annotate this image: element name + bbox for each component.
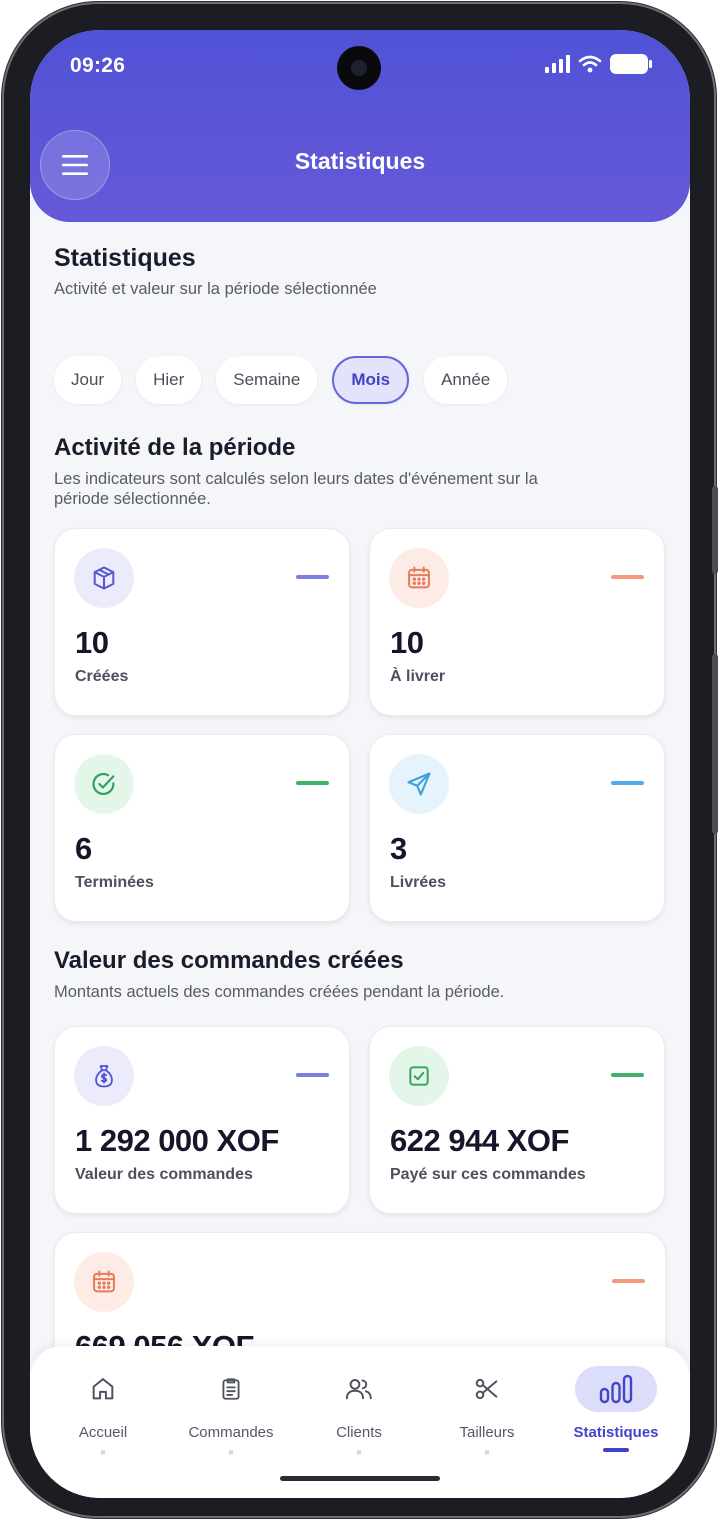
page-title: Statistiques xyxy=(54,244,196,272)
activity-description-line2: période sélectionnée. xyxy=(54,490,211,508)
nav-label: Commandes xyxy=(188,1424,274,1441)
scissors-icon xyxy=(446,1366,528,1412)
signal-icon xyxy=(545,55,570,73)
stat-card-completed[interactable]: 6 Terminées xyxy=(54,734,350,922)
trend-indicator xyxy=(296,1073,329,1077)
phone-frame: 09:26 Statistiques Statistiques Activité… xyxy=(2,2,718,1518)
side-button xyxy=(712,486,718,574)
calendar-icon xyxy=(74,1252,134,1312)
nav-item-statistiques[interactable]: Statistiques xyxy=(556,1366,676,1466)
screen: 09:26 Statistiques Statistiques Activité… xyxy=(30,30,690,1498)
stat-label: Livrées xyxy=(390,874,447,891)
users-icon xyxy=(318,1366,400,1412)
status-icons xyxy=(544,54,652,74)
side-button xyxy=(712,654,718,834)
wifi-icon xyxy=(578,55,602,73)
status-time: 09:26 xyxy=(70,54,126,77)
money-bag-icon xyxy=(74,1046,134,1106)
period-filter: Jour Hier Semaine Mois Année xyxy=(54,356,508,404)
page-subtitle: Activité et valeur sur la période sélect… xyxy=(54,280,377,298)
nav-dot xyxy=(356,1450,362,1455)
active-indicator xyxy=(603,1448,629,1452)
trend-indicator xyxy=(612,1279,645,1283)
stat-label: Créées xyxy=(75,668,129,685)
stat-card-created[interactable]: 10 Créées xyxy=(54,528,350,716)
nav-item-accueil[interactable]: Accueil xyxy=(43,1366,163,1466)
box-icon xyxy=(74,548,134,608)
stat-card-delivered[interactable]: 3 Livrées xyxy=(369,734,665,922)
stat-value: 6 xyxy=(75,831,92,866)
trend-indicator xyxy=(611,575,644,579)
activity-section-title: Activité de la période xyxy=(54,434,296,461)
value-card-paid[interactable]: 622 944 XOF Payé sur ces commandes xyxy=(369,1026,665,1214)
header-title: Statistiques xyxy=(294,148,426,174)
period-chip-jour[interactable]: Jour xyxy=(54,356,122,404)
value-label: Valeur des commandes xyxy=(75,1166,253,1183)
period-chip-mois[interactable]: Mois xyxy=(332,356,410,404)
value-card-order-total[interactable]: 1 292 000 XOF Valeur des commandes xyxy=(54,1026,350,1214)
bar-chart-icon xyxy=(575,1366,657,1412)
app-header: 09:26 Statistiques xyxy=(30,30,690,222)
trend-indicator xyxy=(296,575,329,579)
value-label: Payé sur ces commandes xyxy=(390,1166,586,1183)
trend-indicator xyxy=(611,1073,644,1077)
stat-value: 10 xyxy=(75,625,109,660)
nav-label: Clients xyxy=(336,1424,382,1441)
value-amount: 1 292 000 XOF xyxy=(75,1123,279,1158)
nav-item-tailleurs[interactable]: Tailleurs xyxy=(427,1366,547,1466)
nav-item-clients[interactable]: Clients xyxy=(299,1366,419,1466)
period-chip-hier[interactable]: Hier xyxy=(136,356,202,404)
nav-dot xyxy=(484,1450,490,1455)
trend-indicator xyxy=(611,781,644,785)
stat-label: À livrer xyxy=(390,668,446,685)
nav-item-commandes[interactable]: Commandes xyxy=(171,1366,291,1466)
home-indicator[interactable] xyxy=(280,1476,440,1481)
period-chip-semaine[interactable]: Semaine xyxy=(216,356,318,404)
check-square-icon xyxy=(389,1046,449,1106)
nav-dot xyxy=(228,1450,234,1455)
home-icon xyxy=(62,1366,144,1412)
send-icon xyxy=(389,754,449,814)
stat-label: Terminées xyxy=(75,874,154,891)
stat-value: 10 xyxy=(390,625,424,660)
battery-icon xyxy=(610,54,652,74)
clipboard-icon xyxy=(190,1366,272,1412)
calendar-icon xyxy=(389,548,449,608)
activity-description-line1: Les indicateurs sont calculés selon leur… xyxy=(54,470,538,488)
nav-label: Tailleurs xyxy=(459,1424,515,1441)
period-chip-annee[interactable]: Année xyxy=(424,356,508,404)
front-camera xyxy=(337,46,381,90)
stat-card-to-deliver[interactable]: 10 À livrer xyxy=(369,528,665,716)
trend-indicator xyxy=(296,781,329,785)
check-circle-icon xyxy=(74,754,134,814)
nav-label: Statistiques xyxy=(573,1424,659,1441)
stat-value: 3 xyxy=(390,831,407,866)
nav-dot xyxy=(100,1450,106,1455)
nav-label: Accueil xyxy=(78,1424,128,1441)
order-value-section-title: Valeur des commandes créées xyxy=(54,947,404,974)
order-value-description: Montants actuels des commandes créées pe… xyxy=(54,983,505,1001)
value-amount: 622 944 XOF xyxy=(390,1123,569,1158)
